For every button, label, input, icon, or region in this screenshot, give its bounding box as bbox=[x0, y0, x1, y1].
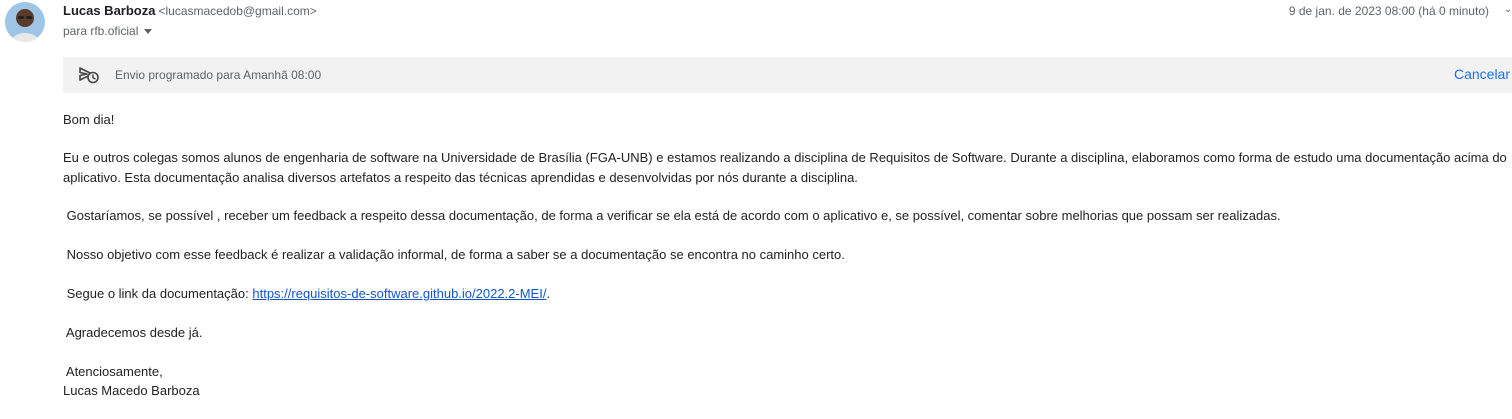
paragraph-1-line-1: Eu e outros colegas somos alunos de enge… bbox=[63, 150, 1507, 165]
recipient-line[interactable]: para rfb.oficial bbox=[63, 23, 153, 39]
more-options-icon[interactable]: ⌄ bbox=[1504, 5, 1512, 15]
signature: Lucas Macedo Barboza bbox=[63, 383, 200, 398]
cancel-send-button[interactable]: Cancelar bbox=[1454, 66, 1510, 82]
sender-name[interactable]: Lucas Barboza bbox=[63, 3, 155, 18]
paragraph-1-line-2: aplicativo. Esta documentação analisa di… bbox=[63, 170, 858, 185]
paragraph-3: Nosso objetivo com esse feedback é reali… bbox=[63, 247, 845, 262]
greeting: Bom dia! bbox=[63, 112, 115, 127]
link-intro-text: Segue o link da documentação: bbox=[63, 286, 253, 301]
schedule-send-icon bbox=[79, 67, 99, 84]
closing: Atenciosamente, bbox=[63, 364, 163, 379]
recipient-label: para rfb.oficial bbox=[63, 24, 139, 38]
avatar-photo-icon bbox=[5, 2, 45, 42]
sender-line: Lucas Barboza <lucasmacedob@gmail.com> bbox=[63, 3, 317, 19]
scheduled-send-banner: Envio programado para Amanhã 08:00 Cance… bbox=[63, 57, 1512, 93]
email-date: 9 de jan. de 2023 08:00 (há 0 minuto) bbox=[1288, 4, 1489, 18]
link-suffix: . bbox=[546, 286, 551, 301]
paragraph-4: Segue o link da documentação: https://re… bbox=[63, 284, 550, 303]
paragraph-5: Agradecemos desde já. bbox=[63, 325, 203, 340]
email-view: Lucas Barboza <lucasmacedob@gmail.com> pa… bbox=[0, 0, 1512, 419]
paragraph-2: Gostaríamos, se possível , receber um fe… bbox=[63, 208, 1281, 223]
documentation-link[interactable]: https://requisitos-de-software.github.io… bbox=[252, 286, 546, 301]
chevron-down-icon[interactable] bbox=[144, 28, 153, 34]
scheduled-send-text: Envio programado para Amanhã 08:00 bbox=[115, 68, 322, 82]
avatar[interactable] bbox=[5, 2, 45, 42]
sender-email: <lucasmacedob@gmail.com> bbox=[158, 4, 317, 18]
